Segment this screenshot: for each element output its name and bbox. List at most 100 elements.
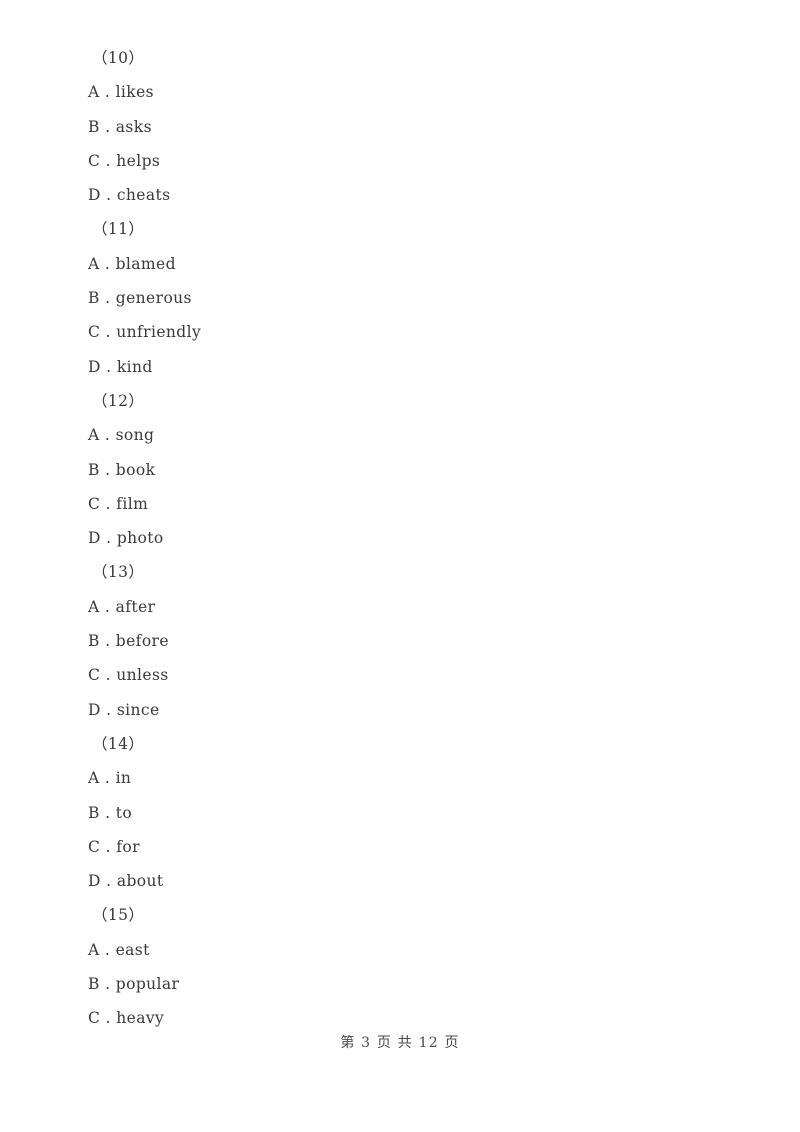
option-letter: B <box>88 803 100 822</box>
answer-option[interactable]: B . before <box>0 624 800 658</box>
option-separator: . <box>100 151 117 170</box>
question-number: （13） <box>92 563 145 582</box>
option-text: about <box>116 872 164 891</box>
option-separator: . <box>100 872 117 891</box>
option-text: song <box>115 426 155 445</box>
option-letter: A <box>88 83 100 102</box>
option-letter: D <box>88 700 101 719</box>
option-separator: . <box>100 357 117 376</box>
option-separator: . <box>100 323 117 342</box>
document-page: （10） A . likes B . asks C . helps D . cheats… <box>0 0 800 1132</box>
answer-option[interactable]: C . unfriendly <box>0 315 800 349</box>
answer-option[interactable]: B . book <box>0 453 800 487</box>
answer-option[interactable]: D . photo <box>0 521 800 555</box>
question-group: （15） A . east B . popular C . heavy <box>0 898 800 1035</box>
answer-option[interactable]: A . likes <box>0 75 800 109</box>
option-separator: . <box>100 494 117 513</box>
answer-option[interactable]: A . in <box>0 761 800 795</box>
question-number: （15） <box>92 906 145 925</box>
option-text: unless <box>116 666 169 685</box>
answer-option[interactable]: A . east <box>0 933 800 967</box>
option-separator: . <box>99 803 116 822</box>
option-letter: A <box>88 597 100 616</box>
option-text: photo <box>116 529 164 548</box>
option-letter: D <box>88 357 101 376</box>
option-text: to <box>115 803 133 822</box>
option-text: book <box>115 460 156 479</box>
answer-option[interactable]: B . to <box>0 796 800 830</box>
option-text: popular <box>115 975 180 994</box>
option-letter: C <box>88 151 101 170</box>
answer-option[interactable]: D . about <box>0 864 800 898</box>
answer-option[interactable]: C . film <box>0 487 800 521</box>
option-text: film <box>116 494 149 513</box>
option-letter: C <box>88 323 101 342</box>
question-number: （11） <box>92 220 145 239</box>
answer-option[interactable]: C . unless <box>0 658 800 692</box>
option-letter: C <box>88 1009 101 1028</box>
option-separator: . <box>99 289 116 308</box>
answer-option[interactable]: B . asks <box>0 110 800 144</box>
option-separator: . <box>99 117 116 136</box>
option-separator: . <box>100 700 117 719</box>
option-text: east <box>115 940 150 959</box>
option-letter: C <box>88 494 101 513</box>
option-separator: . <box>100 1009 117 1028</box>
question-group: （11） A . blamed B . generous C . unfriendly… <box>0 212 800 383</box>
option-separator: . <box>100 186 117 205</box>
option-letter: A <box>88 254 100 273</box>
option-text: heavy <box>116 1009 165 1028</box>
option-separator: . <box>100 529 117 548</box>
question-number: （10） <box>92 49 145 67</box>
answer-option[interactable]: A . song <box>0 418 800 452</box>
option-text: generous <box>115 289 192 308</box>
answer-option[interactable]: B . generous <box>0 281 800 315</box>
option-text: before <box>115 632 169 651</box>
option-separator: . <box>99 597 116 616</box>
option-separator: . <box>99 940 116 959</box>
option-text: since <box>116 700 160 719</box>
option-separator: . <box>99 254 116 273</box>
option-letter: B <box>88 117 100 136</box>
question-list: （10） A . likes B . asks C . helps D . cheats… <box>0 0 800 1036</box>
option-letter: B <box>88 632 100 651</box>
option-letter: D <box>88 529 101 548</box>
answer-option[interactable]: D . cheats <box>0 178 800 212</box>
option-separator: . <box>99 460 116 479</box>
option-letter: A <box>88 940 100 959</box>
option-text: in <box>115 769 132 788</box>
option-separator: . <box>100 837 117 856</box>
option-separator: . <box>99 975 116 994</box>
page-footer: 第 3 页 共 12 页 <box>340 1035 460 1051</box>
option-text: cheats <box>116 186 171 205</box>
answer-option[interactable]: A . after <box>0 590 800 624</box>
option-text: for <box>116 837 140 856</box>
question-group: （14） A . in B . to C . for D . about <box>0 727 800 898</box>
option-separator: . <box>99 632 116 651</box>
answer-option[interactable]: D . kind <box>0 350 800 384</box>
question-number: （12） <box>92 391 145 410</box>
option-text: unfriendly <box>116 323 202 342</box>
option-letter: B <box>88 460 100 479</box>
question-group: （12） A . song B . book C . film D . photo <box>0 384 800 555</box>
option-letter: C <box>88 666 101 685</box>
answer-option[interactable]: C . helps <box>0 144 800 178</box>
question-group: （13） A . after B . before C . unless D . sin… <box>0 555 800 726</box>
option-letter: D <box>88 872 101 891</box>
option-text: helps <box>116 151 161 170</box>
answer-option[interactable]: C . for <box>0 830 800 864</box>
question-group: （10） A . likes B . asks C . helps D . cheats <box>0 41 800 212</box>
answer-option[interactable]: D . since <box>0 693 800 727</box>
answer-option[interactable]: A . blamed <box>0 247 800 281</box>
option-text: blamed <box>115 254 176 273</box>
option-text: after <box>115 597 156 616</box>
option-letter: A <box>88 426 100 445</box>
option-letter: C <box>88 837 101 856</box>
option-separator: . <box>99 769 116 788</box>
option-letter: B <box>88 975 100 994</box>
answer-option[interactable]: B . popular <box>0 967 800 1001</box>
option-separator: . <box>99 426 116 445</box>
option-separator: . <box>100 666 117 685</box>
option-letter: B <box>88 289 100 308</box>
answer-option[interactable]: C . heavy <box>0 1001 800 1035</box>
